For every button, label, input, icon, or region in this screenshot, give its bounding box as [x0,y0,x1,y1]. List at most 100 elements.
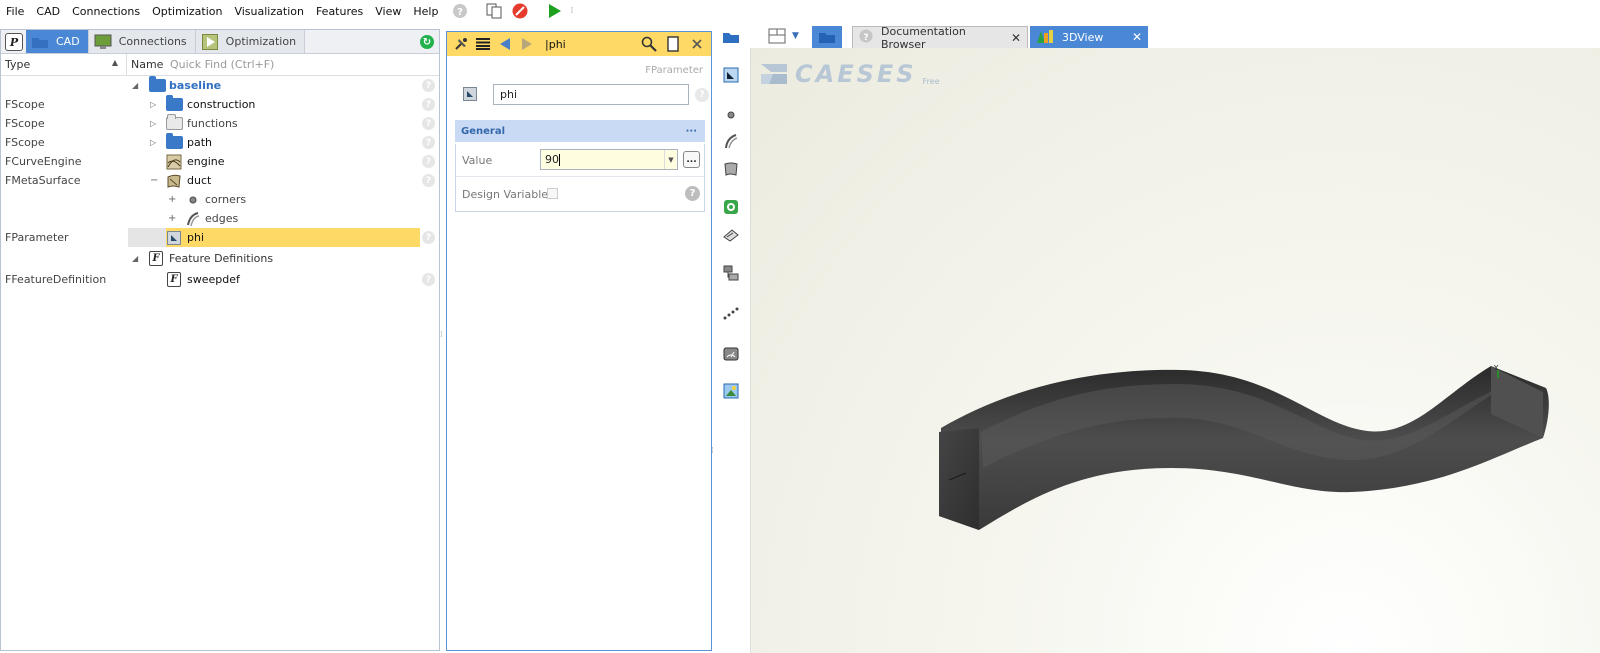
value-options-button[interactable]: ... [683,151,700,168]
project-button[interactable]: P [5,33,23,51]
dotted-line-icon[interactable] [722,304,740,322]
menu-optimization[interactable]: Optimization [146,5,228,18]
dropdown-arrow-icon[interactable]: ▼ [664,150,677,169]
folder-view-button[interactable] [812,26,842,48]
run-icon[interactable] [544,1,564,21]
help-icon[interactable]: ? [422,117,435,130]
tree-row-construction[interactable]: FScope ▷ construction ? [1,95,439,114]
list-icon[interactable] [475,36,491,52]
tree-header: Type ▲ Name Quick Find (Ctrl+F) [1,54,439,76]
engine-icon[interactable] [722,198,740,216]
help-icon[interactable]: ? [685,186,700,201]
tree-row-corners[interactable]: + corners [1,190,439,209]
tree-row-feature-definitions[interactable]: ◢ F Feature Definitions [1,248,439,269]
folder-icon [165,95,183,113]
more-options-icon[interactable]: ··· [686,126,697,137]
help-circle-icon[interactable]: ? [450,1,470,21]
value-input[interactable]: 90 [540,149,678,170]
tab-connections-label: Connections [118,35,187,48]
value-label: Value [462,153,493,167]
folder-light-icon [165,114,183,132]
tab-cad[interactable]: CAD [26,30,89,53]
help-icon[interactable]: ? [422,79,435,92]
menu-connections[interactable]: Connections [66,5,146,18]
copy-icon[interactable] [665,36,681,52]
chart-icon [1036,28,1054,47]
menu-visualization[interactable]: Visualization [228,5,309,18]
menu-view[interactable]: View [369,5,407,18]
menu-file[interactable]: File [0,5,30,18]
expand-arrow-icon[interactable]: ▷ [150,138,156,147]
tab-cad-label: CAD [56,35,80,48]
help-icon[interactable]: ? [422,136,435,149]
image-icon[interactable] [722,382,740,400]
column-name[interactable]: Name [127,58,167,71]
expand-plus-icon[interactable]: + [168,213,176,224]
menu-cad[interactable]: CAD [30,5,66,18]
group-general-header[interactable]: General ··· [455,120,705,142]
tree-row-sweepdef[interactable]: FFeatureDefinition F sweepdef ? [1,269,439,290]
3d-viewport[interactable]: CAESES Free Y [750,48,1600,653]
tree-row-edges[interactable]: + edges [1,209,439,228]
tab-3dview[interactable]: 3DView ✕ [1030,26,1148,48]
tree-row-engine[interactable]: FCurveEngine engine ? [1,152,439,171]
tab-optimization[interactable]: Optimization [195,30,306,53]
help-icon[interactable]: ? [422,231,435,244]
forward-arrow-icon[interactable] [519,36,535,52]
close-icon[interactable]: ✕ [1011,31,1021,45]
quick-find-input[interactable]: Quick Find (Ctrl+F) [167,58,439,71]
close-icon[interactable]: ✕ [1132,30,1142,44]
menu-features[interactable]: Features [310,5,369,18]
close-icon[interactable] [689,36,705,52]
point-icon[interactable] [722,106,740,124]
sweep-surface-icon[interactable] [722,226,740,244]
copy-windows-icon[interactable] [484,1,504,21]
design-variable-checkbox[interactable] [547,188,558,199]
surface-icon[interactable] [722,160,740,178]
sort-up-icon: ▲ [111,58,118,67]
point-icon [184,192,202,208]
curve-icon [184,211,202,227]
tree-row-phi[interactable]: FParameter phi ? [1,228,439,247]
help-icon[interactable]: ? [695,88,709,102]
stop-icon[interactable] [510,1,530,21]
collapse-arrow-icon[interactable]: ◢ [132,254,138,263]
help-icon[interactable]: ? [422,98,435,111]
connector-icon[interactable] [722,264,740,282]
back-arrow-icon[interactable] [497,36,513,52]
collapse-arrow-icon[interactable]: ◢ [132,81,138,90]
expand-arrow-icon[interactable]: ▷ [150,100,156,109]
tree-row-functions[interactable]: FScope ▷ functions ? [1,114,439,133]
tab-connections[interactable]: Connections [88,30,196,53]
tree-row-path[interactable]: FScope ▷ path ? [1,133,439,152]
svg-text:?: ? [458,7,464,18]
tree-row-baseline[interactable]: ◢ baseline ? [1,76,439,95]
tree-row-duct[interactable]: FMetaSurface − duct ? [1,171,439,190]
help-icon[interactable]: ? [422,155,435,168]
layout-dropdown-icon[interactable]: ▼ [792,31,799,41]
refresh-icon[interactable]: ↻ [420,35,434,49]
curve-icon[interactable] [722,132,740,150]
expand-plus-icon[interactable]: + [168,194,176,205]
parameter-icon [463,87,477,101]
duct-geometry[interactable]: Y [751,48,1600,653]
tab-documentation-browser[interactable]: ? Documentation Browser ✕ [852,25,1028,51]
help-icon[interactable]: ? [422,273,435,286]
search-icon[interactable] [641,36,657,52]
feature-icon: F [165,272,183,288]
object-name-field[interactable]: phi [493,84,689,105]
splitter-grip-icon[interactable]: ⁞ [440,330,443,340]
object-editor-panel: |phi FParameter phi ? General ··· Value … [446,31,712,651]
layout-icon[interactable] [768,28,786,47]
menu-help[interactable]: Help [407,5,444,18]
expand-arrow-icon[interactable]: ▷ [150,119,156,128]
collapse-icon[interactable]: − [150,175,158,186]
folder-icon[interactable] [722,28,740,46]
help-icon[interactable]: ? [422,174,435,187]
editor-title: |phi [545,37,566,51]
pin-icon[interactable] [453,36,469,52]
gauge-icon[interactable] [722,344,740,362]
column-type[interactable]: Type ▲ [1,54,127,75]
name-row: phi ? [459,84,709,106]
parameter-icon[interactable] [722,66,740,84]
